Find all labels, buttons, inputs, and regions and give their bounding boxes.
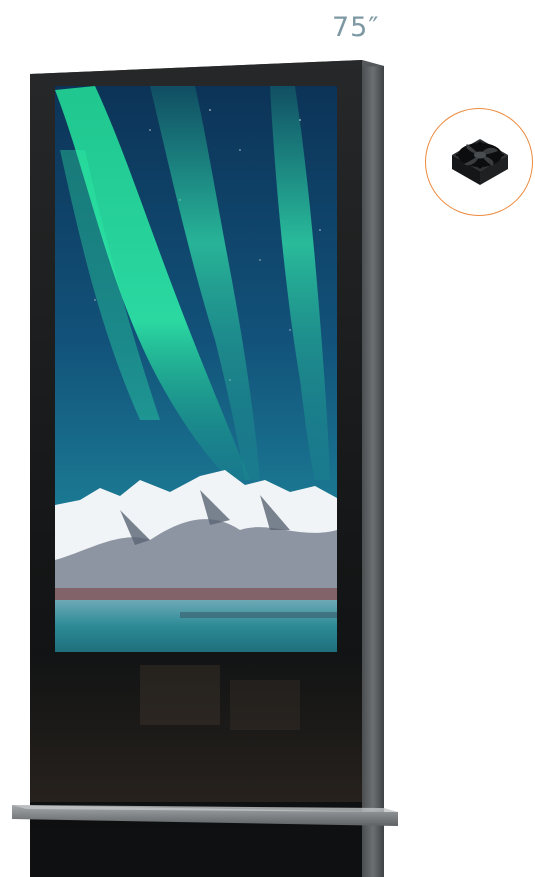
- cooling-fan-icon: [452, 139, 508, 185]
- kiosk-base: [30, 826, 362, 877]
- display-screen: [55, 86, 337, 652]
- product-image: 75″: [0, 0, 535, 877]
- cooling-fan-badge: [425, 108, 533, 216]
- kiosk-side-panel: [362, 60, 384, 877]
